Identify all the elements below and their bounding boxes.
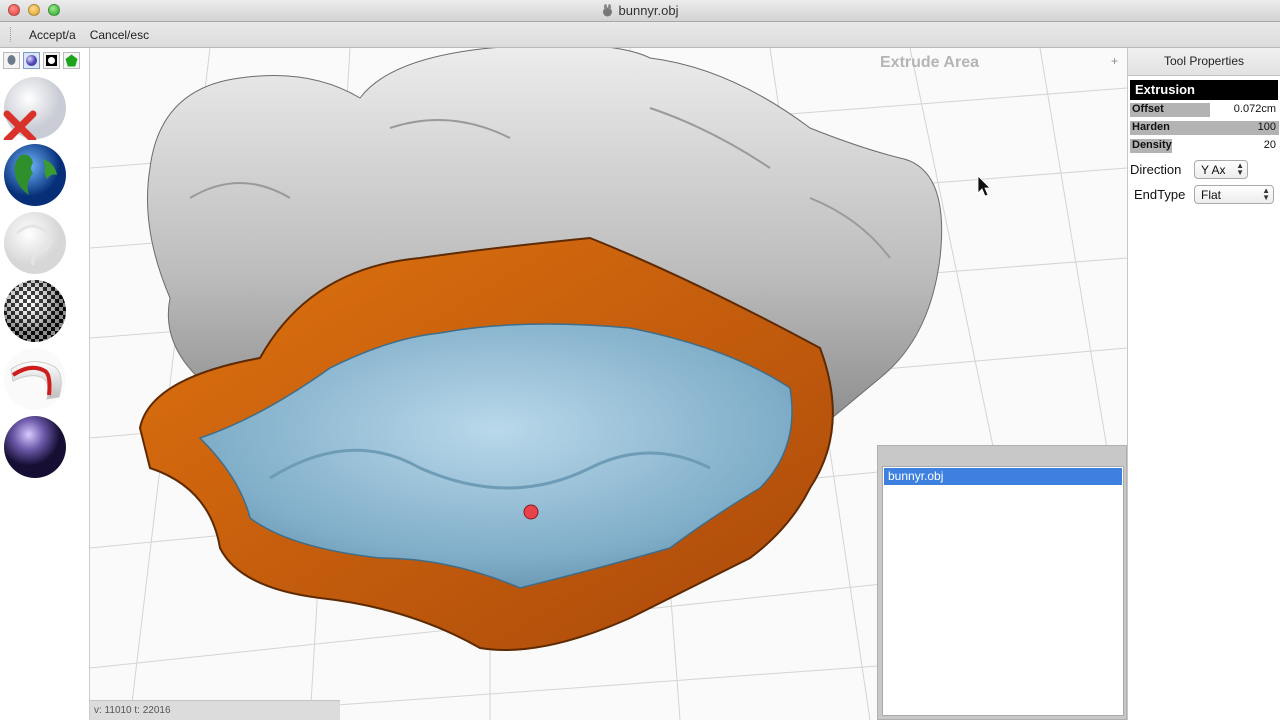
harden-value: 100 bbox=[1257, 121, 1276, 133]
endtype-select[interactable]: Flat ▲ ▼ bbox=[1194, 184, 1274, 204]
window-controls bbox=[8, 4, 60, 16]
endtype-row: EndType Flat ▲ ▼ bbox=[1130, 184, 1280, 204]
title-bar: bunnyr.obj bbox=[0, 0, 1280, 22]
direction-row: Direction Y Ax ▲ ▼ bbox=[1130, 159, 1280, 179]
density-slider[interactable]: Density 20 bbox=[1130, 138, 1278, 154]
mesh-stats-bar: v: 11010 t: 22016 bbox=[90, 700, 340, 720]
updown-arrows-icon: ▲ ▼ bbox=[1262, 185, 1270, 202]
direction-select[interactable]: Y Ax ▲ ▼ bbox=[1194, 159, 1248, 179]
harden-label: Harden bbox=[1132, 121, 1170, 133]
window-title-group: bunnyr.obj bbox=[602, 3, 679, 18]
checker-icon[interactable] bbox=[3, 279, 67, 343]
accept-button[interactable]: Accept/a bbox=[22, 28, 83, 42]
pentagon-icon[interactable] bbox=[63, 52, 80, 69]
purple-sphere-icon[interactable] bbox=[3, 415, 67, 479]
toolbar: Accept/a Cancel/esc bbox=[0, 22, 1280, 48]
direction-label: Direction bbox=[1130, 161, 1182, 177]
head-icon[interactable] bbox=[3, 52, 20, 69]
endtype-label: EndType bbox=[1134, 186, 1186, 202]
toolbar-grip bbox=[10, 27, 12, 42]
white-swirl-icon[interactable] bbox=[3, 211, 67, 275]
object-list[interactable]: bunnyr.obj bbox=[882, 466, 1124, 716]
endtype-value: Flat bbox=[1201, 187, 1222, 202]
updown-arrows-icon: ▲ ▼ bbox=[1236, 160, 1244, 177]
material-icon[interactable] bbox=[43, 52, 60, 69]
window-title: bunnyr.obj bbox=[618, 3, 679, 18]
direction-value: Y Ax bbox=[1201, 162, 1226, 177]
tool-properties-panel: Tool Properties Extrusion Offset 0.072cm… bbox=[1127, 48, 1280, 720]
pivot-point bbox=[523, 504, 539, 520]
minimize-window-button[interactable] bbox=[28, 4, 40, 16]
density-label: Density bbox=[1132, 139, 1172, 151]
tool-mode-label: Extrude Area bbox=[880, 54, 979, 71]
palette-tabs bbox=[0, 48, 89, 72]
list-item[interactable]: bunnyr.obj bbox=[884, 468, 1122, 485]
panel-title: Tool Properties bbox=[1128, 48, 1280, 76]
harden-slider[interactable]: Harden 100 bbox=[1130, 120, 1279, 136]
viewport-plus-marker: + bbox=[1111, 54, 1119, 68]
globe-icon[interactable] bbox=[3, 143, 67, 207]
object-list-panel: bunnyr.obj bbox=[877, 445, 1127, 720]
close-window-button[interactable] bbox=[8, 4, 20, 16]
offset-label: Offset bbox=[1132, 103, 1164, 115]
material-palette bbox=[0, 48, 90, 720]
section-heading: Extrusion bbox=[1130, 80, 1278, 100]
delete-material-icon[interactable] bbox=[3, 76, 67, 144]
offset-value: 0.072cm bbox=[1233, 103, 1276, 115]
sphere-icon[interactable] bbox=[23, 52, 40, 69]
zoom-window-button[interactable] bbox=[48, 4, 60, 16]
bunny-file-icon bbox=[602, 4, 612, 17]
red-stripe-icon[interactable] bbox=[3, 347, 67, 411]
offset-slider[interactable]: Offset 0.072cm bbox=[1130, 102, 1278, 118]
cancel-button[interactable]: Cancel/esc bbox=[83, 28, 156, 42]
app-window: bunnyr.obj Accept/a Cancel/esc Extrude A… bbox=[0, 0, 1280, 720]
density-value: 20 bbox=[1263, 139, 1276, 151]
